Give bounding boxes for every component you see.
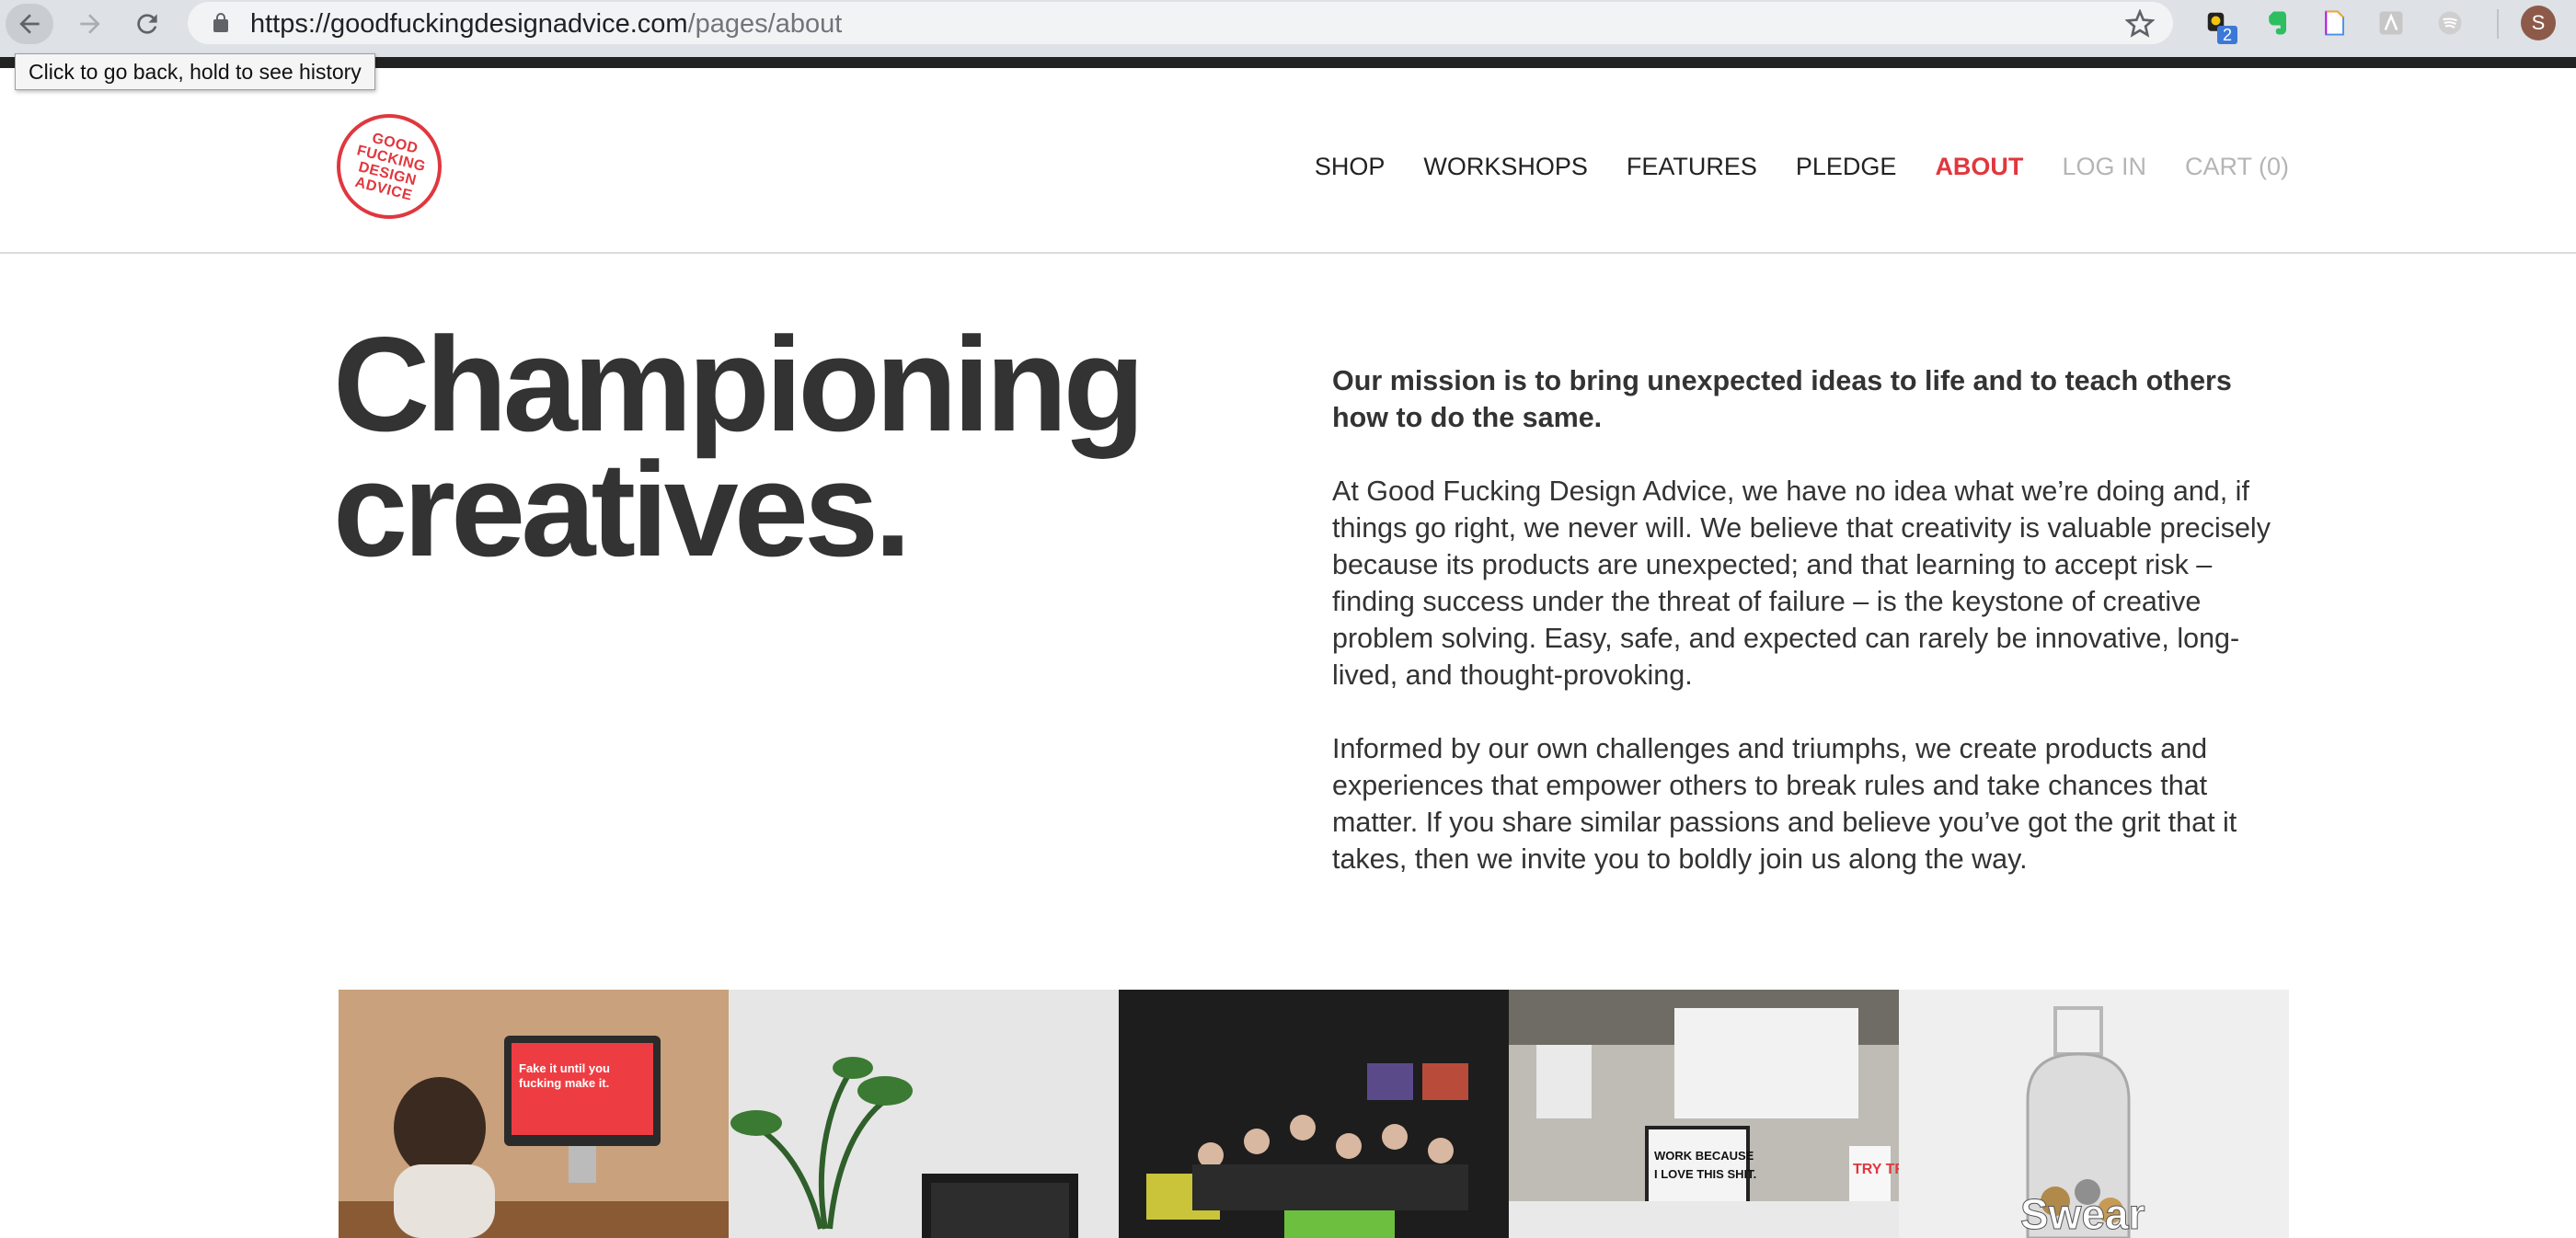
site-top-strip	[0, 57, 2576, 68]
url-text[interactable]: https://goodfuckingdesignadvice.com/page…	[250, 9, 842, 40]
photo4-sign-line-1: WORK BECAUSE	[1654, 1149, 1754, 1163]
photo-swear-jar: Swear	[1899, 990, 2289, 1238]
toolbar-separator	[2497, 9, 2499, 39]
evernote-icon	[2269, 11, 2286, 35]
address-bar[interactable]: https://goodfuckingdesignadvice.com/page…	[188, 2, 2173, 44]
nav-features[interactable]: FEATURES	[1627, 153, 1757, 181]
nav-cart[interactable]: CART (0)	[2185, 153, 2289, 181]
page-headline: Championing creatives.	[333, 309, 1235, 584]
forward-arrow-icon	[80, 14, 100, 34]
reload-icon	[137, 14, 157, 34]
forward-button[interactable]	[66, 4, 114, 44]
evernote-button[interactable]	[2261, 7, 2293, 39]
back-button[interactable]	[6, 4, 53, 44]
site-logo[interactable]: GOOD FUCKING DESIGN ADVICE	[337, 114, 442, 219]
photo1-screen-line-1: Fake it until you	[519, 1061, 610, 1075]
about-paragraph-1: At Good Fucking Design Advice, we have n…	[1332, 476, 2271, 691]
reload-button[interactable]	[123, 4, 171, 44]
about-paragraph-2: Informed by our own challenges and trium…	[1332, 733, 2237, 875]
lock-icon	[213, 13, 228, 32]
headline-line-2: creatives.	[333, 434, 912, 584]
about-copy: Our mission is to bring unexpected ideas…	[1332, 362, 2293, 914]
nav-workshops[interactable]: WORKSHOPS	[1423, 153, 1588, 181]
url-path: /pages/about	[687, 9, 843, 39]
logo-text: GOOD FUCKING DESIGN ADVICE	[352, 130, 428, 204]
extension-badge: 2	[2217, 26, 2237, 44]
sketch-icon	[2379, 11, 2403, 35]
back-button-tooltip: Click to go back, hold to see history	[15, 53, 375, 90]
browser-toolbar: https://goodfuckingdesignadvice.com/page…	[0, 0, 2576, 57]
nav-about[interactable]: ABOUT	[1935, 153, 2023, 181]
header-divider	[0, 252, 2576, 254]
main-navigation: SHOP WORKSHOPS FEATURES PLEDGE ABOUT LOG…	[1315, 153, 2289, 181]
spotify-ext-button[interactable]	[2434, 7, 2466, 39]
profile-avatar[interactable]: S	[2521, 6, 2556, 40]
photo4-sign-line-2: I LOVE THIS SHIT.	[1654, 1167, 1756, 1181]
url-host: https://goodfuckingdesignadvice.com	[250, 9, 688, 39]
photo5-jar-label: Swear	[2020, 1190, 2145, 1238]
photo-workspace: WORK BECAUSE I LOVE THIS SHIT. TRY TRY	[1509, 990, 1899, 1238]
document-ext-button[interactable]	[2318, 7, 2350, 39]
photo-child-at-computer: Fake it until you fucking make it.	[339, 990, 729, 1238]
sketch-ext-button[interactable]	[2375, 7, 2407, 39]
photo-strip: Fake it until you fucking make it. WORK …	[339, 990, 2289, 1238]
photo-team-group	[1119, 990, 1509, 1238]
back-arrow-icon	[19, 14, 40, 34]
document-icon	[2325, 10, 2344, 36]
spotify-icon	[2438, 11, 2462, 35]
nav-shop[interactable]: SHOP	[1315, 153, 1386, 181]
nav-pledge[interactable]: PLEDGE	[1796, 153, 1897, 181]
nav-login[interactable]: LOG IN	[2062, 153, 2146, 181]
star-icon[interactable]	[2125, 9, 2155, 39]
headline-line-1: Championing	[333, 309, 1145, 459]
photo1-screen-line-2: fucking make it.	[519, 1076, 609, 1090]
photo-plant	[729, 990, 1119, 1238]
mission-statement: Our mission is to bring unexpected ideas…	[1332, 365, 2232, 433]
extension-button[interactable]: 2	[2202, 7, 2237, 44]
photo4-poster-text: TRY TRY	[1853, 1162, 1899, 1177]
